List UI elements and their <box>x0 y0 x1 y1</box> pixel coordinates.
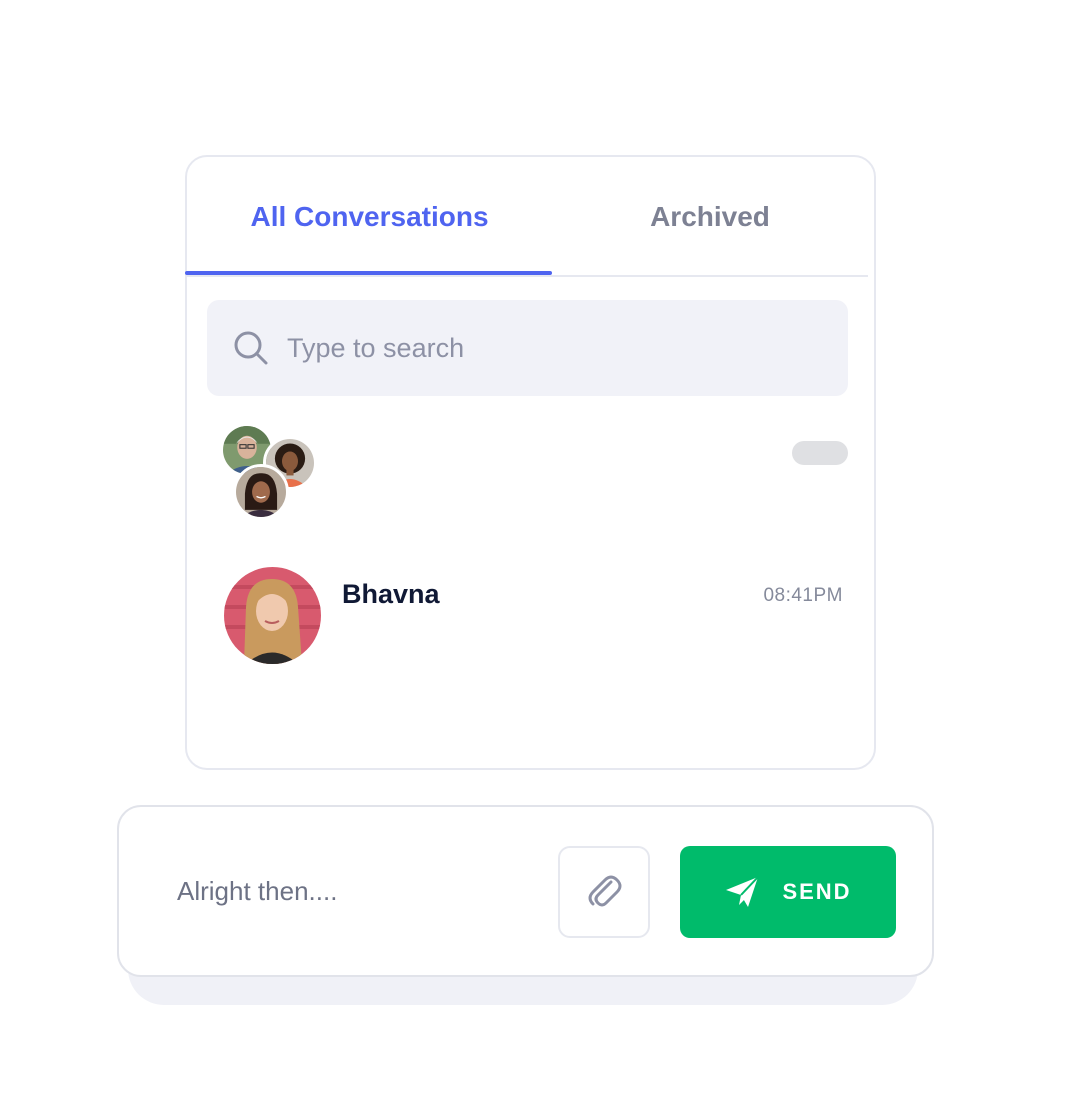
send-label: SEND <box>782 879 852 904</box>
timestamp-placeholder <box>792 441 848 465</box>
tab-all-conversations[interactable]: All Conversations <box>187 157 552 277</box>
paperclip-icon <box>588 875 622 907</box>
active-tab-indicator <box>185 271 552 275</box>
contact-name: Bhavna <box>342 579 440 609</box>
message-composer: SEND <box>117 805 934 977</box>
message-time: 08:41PM <box>763 585 843 606</box>
app-stage: All Conversations Archived Type to searc… <box>0 0 1080 1099</box>
send-button[interactable]: SEND <box>680 846 896 938</box>
paper-plane-icon <box>726 876 760 907</box>
conversations-panel: All Conversations Archived Type to searc… <box>185 155 876 770</box>
avatar-woman-smiling <box>233 464 289 520</box>
conversation-row-bhavna[interactable]: Bhavna 08:41PM <box>207 565 848 665</box>
tab-archived[interactable]: Archived <box>552 157 868 277</box>
search-box <box>207 300 848 396</box>
search-icon <box>234 331 268 365</box>
message-input[interactable] <box>177 867 537 915</box>
search-input[interactable] <box>287 324 807 372</box>
avatar-bhavna <box>224 567 321 664</box>
attach-button[interactable] <box>558 846 650 938</box>
conversation-row-group[interactable] <box>207 419 848 529</box>
tab-bar: All Conversations Archived <box>185 157 868 277</box>
